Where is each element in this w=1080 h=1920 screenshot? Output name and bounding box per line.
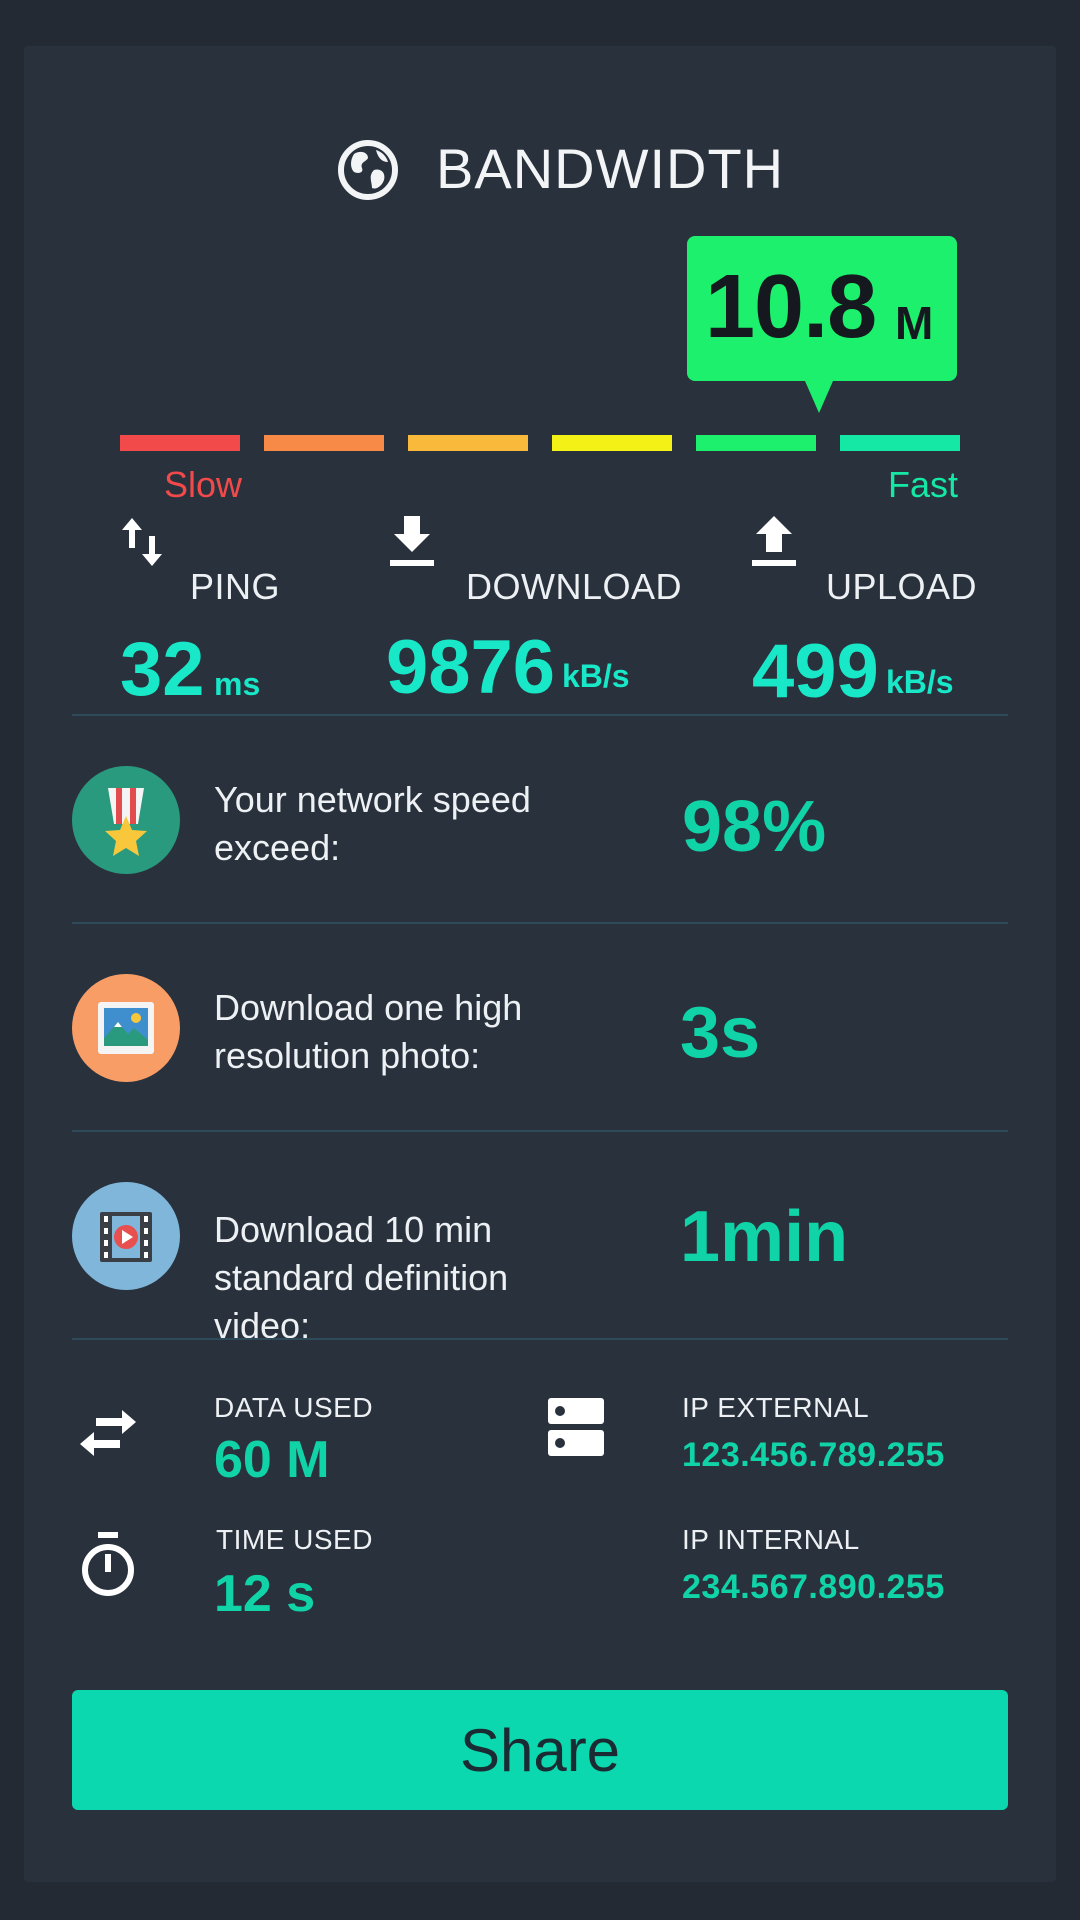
divider: [72, 714, 1008, 716]
page-title: BANDWIDTH: [436, 137, 785, 200]
ip-external-value: 123.456.789.255: [682, 1436, 945, 1474]
ping-value: 32: [120, 627, 205, 712]
meter-segment-5: [696, 435, 816, 451]
transfer-arrows-icon: [80, 1410, 136, 1456]
speed-bubble: 10.8 M: [687, 236, 957, 413]
speed-value: 10.8: [705, 257, 877, 357]
upload-icon: [752, 516, 796, 566]
share-button[interactable]: Share: [72, 1690, 1008, 1810]
data-used-value: 60 M: [214, 1431, 330, 1489]
upload-value: 499: [752, 629, 879, 714]
video-icon: [72, 1182, 180, 1290]
info-text-speed: Your network speed exceed:: [214, 779, 531, 868]
fast-label: Fast: [888, 464, 959, 505]
ip-internal-value: 234.567.890.255: [682, 1568, 945, 1606]
result-card: BANDWIDTH 10.8 M Slow Fast PING 32 ms DO…: [24, 46, 1056, 1882]
photo-icon: [72, 974, 180, 1082]
download-unit: kB/s: [562, 658, 630, 694]
meter-segment-6: [840, 435, 960, 451]
medal-icon: [72, 766, 180, 874]
globe-icon: [338, 140, 398, 200]
upload-label: UPLOAD: [826, 566, 978, 607]
meter-segment-2: [264, 435, 384, 451]
meter-segment-4: [552, 435, 672, 451]
download-value: 9876: [386, 625, 556, 710]
info-text-video: Download 10 min standard definition vide…: [214, 1209, 509, 1346]
info-value-photo: 3s: [680, 993, 761, 1073]
stopwatch-icon: [82, 1532, 134, 1596]
upload-unit: kB/s: [886, 664, 954, 700]
time-used-label: TIME USED: [216, 1524, 373, 1555]
divider: [72, 922, 1008, 924]
server-icon: [548, 1398, 604, 1456]
time-used-value: 12 s: [214, 1565, 316, 1623]
divider: [72, 1130, 1008, 1132]
ip-internal-label: IP INTERNAL: [682, 1524, 860, 1555]
divider: [72, 1338, 1008, 1340]
meter-segment-1: [120, 435, 240, 451]
ip-external-label: IP EXTERNAL: [682, 1392, 870, 1423]
ping-unit: ms: [214, 666, 261, 702]
speed-unit: M: [895, 297, 934, 349]
ping-label: PING: [190, 566, 281, 607]
download-label: DOWNLOAD: [466, 566, 683, 607]
info-text-photo: Download one high resolution photo:: [214, 987, 523, 1076]
slow-label: Slow: [164, 464, 243, 505]
ping-arrows-icon: [122, 518, 162, 566]
meter-segment-3: [408, 435, 528, 451]
data-used-label: DATA USED: [214, 1392, 374, 1423]
info-value-video: 1min: [680, 1197, 849, 1277]
info-value-speed: 98%: [682, 787, 827, 867]
download-icon: [390, 516, 434, 566]
